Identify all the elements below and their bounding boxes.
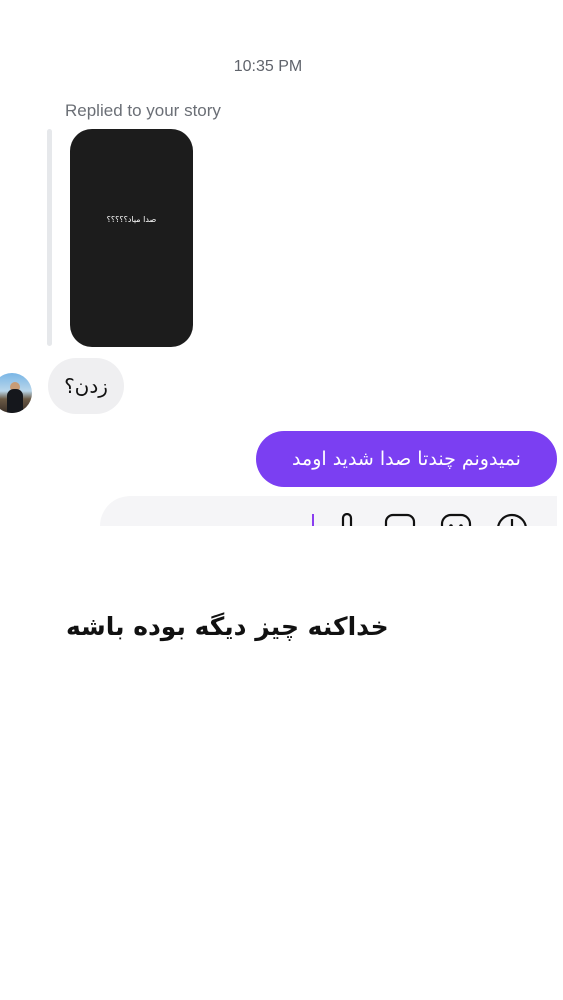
avatar-body bbox=[7, 389, 23, 413]
incoming-message-bubble[interactable]: زدن؟ bbox=[48, 358, 124, 414]
plus-icon[interactable] bbox=[496, 513, 528, 526]
microphone-icon[interactable] bbox=[337, 512, 357, 526]
story-thumbnail[interactable]: صدا میاد؟؟؟؟؟ bbox=[70, 129, 193, 347]
reply-indicator-bar bbox=[47, 129, 52, 346]
composer-background bbox=[100, 496, 557, 526]
message-timestamp: 10:35 PM bbox=[233, 58, 303, 75]
sender-avatar[interactable] bbox=[0, 373, 32, 413]
message-composer[interactable] bbox=[100, 496, 563, 526]
text-caret bbox=[312, 514, 314, 526]
outgoing-message-bubble[interactable]: نمیدونم چندتا صدا شدید اومد bbox=[256, 431, 557, 487]
photo-icon[interactable] bbox=[384, 513, 416, 526]
sticker-icon[interactable] bbox=[440, 513, 472, 526]
story-text: صدا میاد؟؟؟؟؟ bbox=[106, 215, 157, 224]
caption-text: خداکنه چیز دیگه بوده باشه bbox=[66, 612, 389, 641]
replied-to-story-label: Replied to your story bbox=[65, 101, 221, 120]
